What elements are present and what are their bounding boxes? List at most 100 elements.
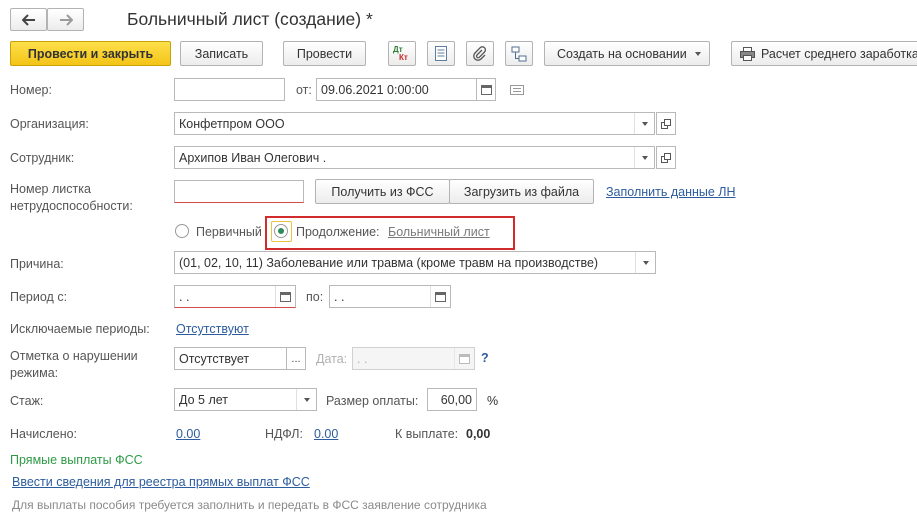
document-list-icon — [435, 46, 447, 61]
reason-label: Причина: — [10, 257, 64, 271]
dt-kt-button[interactable]: Дт Кт — [388, 41, 416, 66]
chevron-down-icon — [303, 397, 310, 402]
calendar-icon — [435, 292, 446, 302]
violation-date-calendar-button — [454, 348, 474, 369]
hierarchy-icon — [511, 46, 527, 61]
fss-direct-payments-heading: Прямые выплаты ФСС — [10, 453, 143, 467]
violation-field[interactable]: Отсутствует — [174, 347, 287, 370]
experience-value: До 5 лет — [179, 392, 229, 407]
employee-field[interactable]: Архипов Иван Олегович . — [174, 146, 655, 169]
paperclip-icon — [473, 46, 487, 61]
post-and-close-button[interactable]: Провести и закрыть — [10, 41, 171, 66]
employee-label: Сотрудник: — [10, 151, 75, 165]
reason-dropdown-button[interactable] — [635, 252, 655, 273]
sick-leave-number-field[interactable] — [174, 180, 304, 203]
document-date-field[interactable]: 09.06.2021 0:00:00 — [316, 78, 477, 101]
excluded-periods-label: Исключаемые периоды: — [10, 322, 150, 336]
ellipsis-icon: ... — [291, 352, 301, 365]
fss-note: Для выплаты пособия требуется заполнить … — [12, 498, 487, 512]
post-button[interactable]: Провести — [283, 41, 366, 66]
get-from-fss-button[interactable]: Получить из ФСС — [315, 179, 450, 204]
violation-label-line1: Отметка о нарушении — [10, 349, 138, 363]
kt-label: Кт — [399, 52, 408, 62]
violation-date-field: . . — [352, 347, 475, 370]
ndfl-label: НДФЛ: — [265, 427, 303, 441]
number-label: Номер: — [10, 83, 52, 97]
violation-select-button[interactable]: ... — [286, 347, 306, 370]
sick-leave-number-label: Номер листка нетрудоспособности: — [10, 181, 133, 215]
fill-ln-data-link[interactable]: Заполнить данные ЛН — [606, 185, 736, 199]
load-from-file-button[interactable]: Загрузить из файла — [449, 179, 594, 204]
attach-button[interactable] — [466, 41, 494, 66]
ndfl-value-link[interactable]: 0.00 — [314, 427, 338, 441]
accrued-label: Начислено: — [10, 427, 78, 441]
period-from-calendar-button[interactable] — [275, 286, 295, 307]
accrued-value-link[interactable]: 0.00 — [176, 427, 200, 441]
create-based-on-label: Создать на основании — [557, 46, 687, 61]
create-based-on-button[interactable]: Создать на основании — [544, 41, 710, 66]
primary-radio[interactable] — [175, 224, 189, 238]
period-from-value: . . — [179, 289, 190, 304]
comment-icon[interactable] — [510, 85, 524, 95]
save-button[interactable]: Записать — [180, 41, 263, 66]
period-to-field[interactable]: . . — [329, 285, 451, 308]
help-icon[interactable]: ? — [481, 351, 489, 365]
dt-kt-icon: Дт Кт — [393, 45, 411, 63]
primary-label: Первичный — [196, 225, 262, 239]
period-to-value: . . — [334, 289, 345, 304]
calendar-icon — [459, 354, 470, 364]
calc-average-earnings-button[interactable]: Расчет среднего заработка — [731, 41, 917, 66]
arrow-left-icon — [21, 13, 35, 26]
window-title: Больничный лист (создание) * — [127, 9, 373, 29]
experience-dropdown-button[interactable] — [296, 389, 316, 410]
chevron-down-icon — [641, 155, 648, 160]
structure-button[interactable] — [505, 41, 533, 66]
experience-label: Стаж: — [10, 394, 44, 408]
period-to-calendar-button[interactable] — [430, 286, 450, 307]
pay-size-value: 60,00 — [440, 392, 472, 407]
violation-label: Отметка о нарушении режима: — [10, 348, 138, 382]
organization-dropdown-button[interactable] — [634, 113, 654, 134]
arrow-right-icon — [59, 13, 73, 26]
violation-date-label: Дата: — [316, 352, 348, 366]
sick-leave-number-label-line2: нетрудоспособности: — [10, 199, 133, 213]
date-from-label: от: — [296, 83, 312, 97]
reason-value: (01, 02, 10, 11) Заболевание или травма … — [179, 255, 599, 270]
to-pay-value: 0,00 — [466, 427, 491, 441]
organization-field[interactable]: Конфетпром ООО — [174, 112, 655, 135]
back-button[interactable] — [10, 8, 47, 31]
fss-registry-link[interactable]: Ввести сведения для реестра прямых выпла… — [12, 475, 310, 489]
continuation-label: Продолжение: — [296, 225, 380, 239]
period-from-field[interactable]: . . — [174, 285, 296, 308]
forward-button[interactable] — [47, 8, 84, 31]
chevron-down-icon — [642, 260, 649, 265]
sick-leave-number-label-line1: Номер листка — [10, 182, 91, 196]
organization-value: Конфетпром ООО — [179, 116, 285, 131]
excluded-periods-link[interactable]: Отсутствуют — [176, 322, 249, 336]
print-list-button[interactable] — [427, 41, 455, 66]
chevron-down-icon — [695, 52, 701, 56]
employee-open-button[interactable] — [656, 146, 676, 169]
percent-label: % — [487, 394, 499, 408]
organization-open-button[interactable] — [656, 112, 676, 135]
experience-field[interactable]: До 5 лет — [174, 388, 317, 411]
open-window-icon — [661, 152, 671, 163]
employee-value: Архипов Иван Олегович . — [179, 150, 327, 165]
number-field[interactable] — [174, 78, 285, 101]
open-window-icon — [661, 118, 671, 129]
violation-date-value: . . — [357, 351, 368, 366]
period-to-label: по: — [306, 290, 324, 304]
employee-dropdown-button[interactable] — [634, 147, 654, 168]
calendar-icon — [480, 85, 492, 95]
document-date-calendar-button[interactable] — [476, 78, 496, 101]
pay-size-field[interactable]: 60,00 — [427, 388, 477, 411]
sick-leave-link[interactable]: Больничный лист — [388, 225, 490, 239]
continuation-radio[interactable] — [274, 224, 288, 238]
violation-label-line2: режима: — [10, 366, 59, 380]
reason-field[interactable]: (01, 02, 10, 11) Заболевание или травма … — [174, 251, 656, 274]
calendar-icon — [280, 292, 291, 302]
document-date-value: 09.06.2021 0:00:00 — [321, 82, 429, 97]
calc-average-earnings-label: Расчет среднего заработка — [761, 46, 917, 61]
to-pay-label: К выплате: — [395, 427, 459, 441]
period-from-label: Период с: — [10, 290, 68, 304]
